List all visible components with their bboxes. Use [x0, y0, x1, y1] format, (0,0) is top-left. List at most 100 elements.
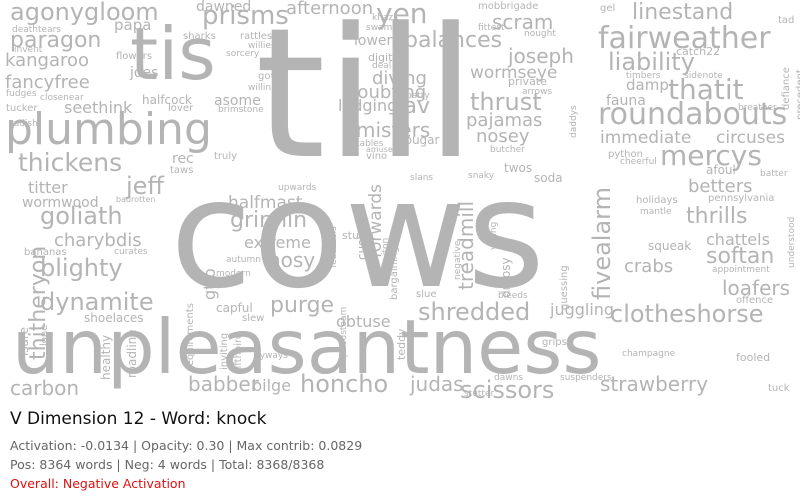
cloud-word: dawns — [494, 373, 523, 383]
cloud-word: catch22 — [676, 45, 721, 58]
cloud-word: grinnin — [230, 208, 308, 233]
cloud-word: lodging — [338, 96, 398, 115]
cloud-word: linestand — [632, 0, 734, 25]
info-panel: V Dimension 12 - Word: knock Activation:… — [10, 408, 790, 494]
cloud-word: featheels — [329, 226, 339, 268]
cloud-word: fauna — [606, 93, 646, 109]
cloud-word: bananas — [24, 247, 67, 258]
word-counts: Pos: 8364 words | Neg: 4 words | Total: … — [10, 457, 325, 472]
cloud-word: gel — [600, 3, 616, 14]
cloud-word: thickens — [18, 148, 123, 177]
cloud-word: soda — [534, 171, 563, 185]
cloud-word: precedent — [795, 69, 800, 120]
cloud-word: deathtears — [12, 25, 61, 35]
cloud-word: brimstone — [218, 105, 264, 115]
cloud-word: stuffe — [342, 229, 374, 242]
cloud-word: khazi — [372, 13, 396, 23]
cloud-word: understood — [787, 216, 797, 268]
cloud-word: upwards — [278, 183, 317, 193]
cloud-word: mobbrigade — [478, 1, 539, 12]
cloud-word: requirements — [185, 303, 196, 370]
cloud-word: teddy — [395, 328, 408, 360]
cloud-word: roadline — [125, 329, 139, 378]
cloud-word: breather — [738, 103, 777, 113]
cloud-word: balances — [404, 28, 503, 53]
cloud-word: fudges — [6, 89, 37, 99]
cloud-word: slans — [410, 173, 434, 183]
cloud-word: holidays — [636, 195, 678, 206]
cloud-word: lone — [39, 324, 50, 346]
activation-stats: Activation: -0.0134 | Opacity: 0.30 | Ma… — [10, 438, 363, 453]
word-cloud: cows till unpleasantness plumbing tis fairwea… — [0, 0, 800, 400]
cloud-word: blighty — [40, 254, 123, 282]
cloud-word: lover — [168, 103, 194, 114]
cloud-word: ale — [306, 274, 322, 285]
cloud-word: cheerful — [620, 157, 657, 167]
cloud-word: arrows — [522, 87, 553, 97]
cloud-word: carbon — [10, 376, 80, 400]
cloud-word: cougar — [398, 133, 440, 147]
cloud-word: sidenote — [684, 71, 723, 81]
cloud-word: purge — [270, 293, 335, 318]
cloud-word: appointment — [712, 265, 770, 275]
cloud-word: negative — [453, 240, 463, 280]
cloud-word: titter — [28, 178, 68, 197]
cloud-word: sorcery — [226, 49, 260, 59]
cloud-word: nosey — [476, 126, 530, 147]
cloud-word: taws — [170, 165, 194, 176]
cloud-word: stutter — [464, 389, 495, 399]
cloud-word: tuck — [768, 383, 790, 394]
cloud-word: fooled — [736, 351, 771, 364]
cloud-word: judas — [410, 372, 464, 396]
cloud-word: defiance — [781, 67, 792, 110]
cloud-word: slew — [242, 313, 265, 324]
cloud-word: fittest — [478, 23, 505, 33]
cloud-word: bilge — [252, 376, 292, 395]
cloud-word: amused — [366, 145, 398, 154]
cloud-word: babber — [188, 372, 259, 396]
cloud-word: swamp — [366, 23, 399, 33]
cloud-word: rec — [172, 151, 194, 167]
cloud-word: nosy — [268, 248, 316, 272]
cloud-word: private — [508, 75, 547, 88]
cloud-word: flowers — [116, 51, 153, 62]
cloud-word: daddys — [569, 105, 579, 138]
cloud-word: bleeds — [498, 291, 528, 301]
cloud-word: isare — [17, 327, 31, 356]
cloud-word: squeak — [648, 239, 692, 253]
cloud-word: suspenders — [560, 373, 612, 383]
cloud-word: tad — [778, 15, 795, 26]
cloud-word: mantle — [640, 207, 672, 217]
cloud-word: autumn — [226, 255, 261, 265]
cloud-word: offence — [736, 295, 774, 306]
cloud-word: tucker — [6, 103, 38, 114]
cloud-word: sharks — [183, 31, 216, 42]
cloud-word: batty — [406, 91, 430, 101]
cloud-word: byways — [254, 351, 288, 361]
cloud-word: deal — [372, 61, 392, 71]
cloud-word: voting — [489, 221, 499, 250]
cloud-word: champagne — [622, 349, 676, 359]
cloud-word: circuses — [716, 128, 785, 148]
cloud-word: snaky — [468, 171, 495, 181]
cloud-word: healthy — [99, 334, 113, 380]
cloud-word: papa — [114, 16, 152, 34]
cloud-word: truly — [214, 151, 238, 162]
cloud-word: timbers — [626, 71, 661, 81]
cloud-word: modern — [216, 269, 251, 279]
cloud-word: strawberry — [600, 372, 709, 396]
cloud-word: slue — [416, 289, 437, 300]
cloud-word: badrotten — [116, 195, 156, 204]
cloud-word: grips — [542, 337, 567, 348]
cloud-word: gown — [258, 71, 285, 82]
cloud-word: shredded — [418, 298, 531, 326]
cloud-word: willin — [248, 83, 272, 93]
cloud-word: butcher — [490, 145, 525, 155]
cloud-word: closenear — [40, 93, 84, 103]
cloud-word: chattels — [706, 230, 770, 249]
panel-title: V Dimension 12 - Word: knock — [10, 409, 267, 429]
cloud-word: iton — [381, 237, 391, 255]
cloud-word: twos — [504, 161, 533, 175]
cloud-word: afternoon — [286, 0, 374, 19]
cloud-word: batter — [760, 169, 788, 179]
